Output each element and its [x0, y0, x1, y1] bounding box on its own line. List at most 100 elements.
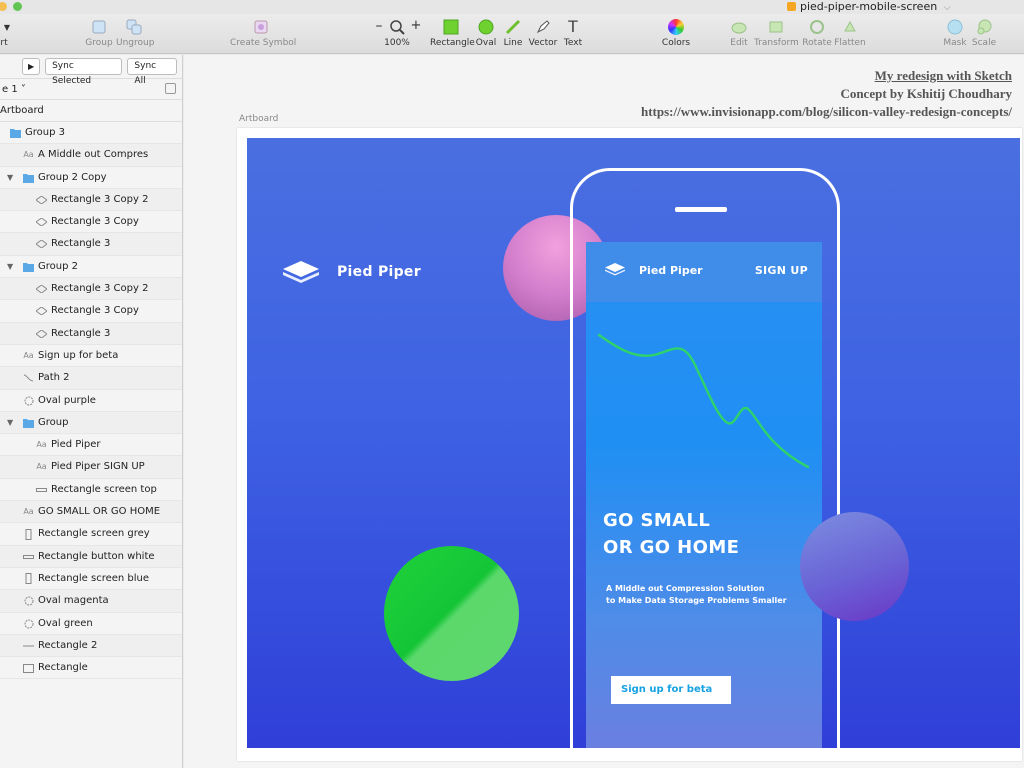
folder-icon	[10, 128, 21, 138]
credit-author: Concept by Kshitij Choudhary	[840, 86, 1012, 101]
layer-name: Rectangle screen grey	[38, 528, 150, 540]
layer-row[interactable]: ▼ Group 3	[0, 122, 182, 145]
mask-button[interactable]: Mask	[942, 16, 968, 52]
phone-screen[interactable]: Pied Piper SIGN UP GO SMALL OR GO HOME A…	[586, 242, 822, 748]
disclosure-triangle-icon[interactable]: ▼	[0, 122, 4, 143]
layer-row[interactable]: Rectangle 3 Copy 2	[0, 188, 182, 212]
layer-row[interactable]: Aa GO SMALL OR GO HOME	[0, 501, 182, 524]
group-button[interactable]: Group	[84, 16, 114, 52]
create-symbol-button[interactable]: Create Symbol	[230, 16, 296, 52]
layer-row[interactable]: Path 2	[0, 367, 182, 390]
library-link-partial[interactable]: ​	[0, 63, 12, 71]
sync-all-button[interactable]: Sync All	[127, 58, 177, 86]
shape-layer-icon	[36, 217, 47, 227]
ungroup-icon	[125, 18, 143, 36]
document-title[interactable]: pied-piper-mobile-screen ⌵	[787, 0, 951, 14]
oval-tool[interactable]: Oval	[474, 16, 498, 52]
disclosure-triangle-icon[interactable]: ▼	[7, 256, 17, 277]
layer-row[interactable]: Rectangle 3 Copy 2	[0, 278, 182, 301]
scale-button[interactable]: Scale	[970, 16, 998, 52]
layer-name: Rectangle screen top	[51, 483, 157, 495]
mask-icon	[946, 18, 964, 36]
zoom-window-button[interactable]	[13, 2, 22, 11]
shape-layer-icon	[36, 329, 47, 339]
sync-selected-button[interactable]: Sync Selected	[45, 58, 123, 86]
design-canvas[interactable]: My redesign with Sketch Concept by Kshit…	[184, 55, 1024, 768]
layer-row[interactable]: Rectangle screen grey	[0, 523, 182, 546]
screen-top-bar[interactable]: Pied Piper SIGN UP	[586, 242, 822, 302]
layer-row[interactable]: Rectangle	[0, 657, 182, 680]
layer-row[interactable]: Aa Pied Piper	[0, 434, 182, 457]
vector-tool[interactable]: Vector	[528, 16, 558, 52]
play-button[interactable]: ▶	[21, 58, 41, 75]
layer-row[interactable]: Rectangle 3	[0, 322, 182, 345]
ungroup-button[interactable]: Ungroup	[116, 16, 154, 52]
sketch-document-icon	[787, 2, 796, 11]
layer-row[interactable]: Rectangle screen blue	[0, 568, 182, 591]
transform-button[interactable]: Transform	[754, 16, 799, 52]
layer-row[interactable]: Oval green	[0, 613, 182, 635]
layer-row[interactable]: Oval purple	[0, 390, 182, 412]
layer-name: Rectangle 3 Copy	[51, 216, 139, 228]
layer-list: ▼ Group 3 Aa A Middle out Compres ▼ Group 2 C…	[0, 122, 182, 680]
headline: GO SMALL OR GO HOME	[603, 510, 740, 558]
layer-row[interactable]: Rectangle 3 Copy	[0, 211, 182, 234]
layer-row[interactable]: ▼ Group 2	[0, 256, 182, 279]
layer-row[interactable]: Rectangle screen top	[0, 479, 182, 502]
line-tool[interactable]: Line	[502, 16, 524, 52]
edit-icon	[730, 18, 748, 36]
oval-layer-icon	[23, 596, 34, 606]
screen-signup-link[interactable]: SIGN UP	[755, 264, 808, 277]
magnifier-icon	[388, 18, 406, 36]
subheadline: A Middle out Compression Solution to Mak…	[606, 584, 787, 605]
layer-row[interactable]: ▼ Group 2 Copy	[0, 167, 182, 189]
shape-layer-icon	[36, 284, 47, 294]
artboard-layer[interactable]: Artboard	[0, 100, 182, 122]
brand-lockup[interactable]: Pied Piper	[281, 259, 421, 285]
layer-name: Oval magenta	[38, 595, 109, 607]
credits-note: My redesign with Sketch Concept by Kshit…	[641, 67, 1012, 121]
flatten-button[interactable]: Flatten	[834, 16, 866, 52]
text-layer-icon: Aa	[23, 150, 34, 160]
credit-url: https://www.invisionapp.com/blog/silicon…	[640, 104, 1012, 119]
artboard-frame: Pied Piper Pied Piper SIGN UP GO SMALL O…	[237, 128, 1022, 761]
rotate-button[interactable]: Rotate	[802, 16, 832, 52]
layer-row[interactable]: Aa Pied Piper SIGN UP	[0, 456, 182, 479]
artboard[interactable]: Pied Piper Pied Piper SIGN UP GO SMALL O…	[247, 138, 1020, 748]
artboard-label[interactable]: Artboard	[239, 114, 278, 124]
edit-button[interactable]: Edit	[728, 16, 750, 52]
page-selector[interactable]: e 1 ˅	[0, 79, 182, 100]
layer-name: Group 2 Copy	[38, 171, 107, 183]
add-page-icon[interactable]	[165, 83, 176, 94]
rectangle-icon	[442, 18, 460, 36]
layer-row[interactable]: ▼ Group	[0, 411, 182, 435]
phone-speaker	[675, 207, 727, 212]
rectangle-tool[interactable]: Rectangle	[430, 16, 475, 52]
layer-name: Rectangle	[38, 662, 88, 674]
zoom-control[interactable]: 100%	[384, 16, 410, 52]
sign-up-beta-button[interactable]: Sign up for beta	[611, 676, 731, 704]
layer-row[interactable]: Rectangle 3 Copy	[0, 300, 182, 323]
zoom-in-button[interactable]: +	[410, 18, 422, 54]
text-tool[interactable]: T Text	[562, 16, 584, 52]
disclosure-triangle-icon[interactable]: ▼	[7, 412, 17, 433]
layer-name: Oval purple	[38, 394, 96, 406]
wave-path[interactable]	[596, 327, 816, 487]
layer-row[interactable]: Aa Sign up for beta	[0, 345, 182, 368]
layer-name: Group	[38, 416, 69, 428]
colors-button[interactable]: Colors	[660, 16, 692, 52]
layer-row[interactable]: Oval magenta	[0, 590, 182, 613]
minimize-window-button[interactable]	[0, 2, 7, 11]
folder-icon	[23, 173, 34, 183]
layer-row[interactable]: Rectangle button white	[0, 545, 182, 568]
oval-green[interactable]	[384, 546, 519, 681]
layer-row[interactable]: Rectangle 2	[0, 634, 182, 658]
library-sync-bar: ​ ▶ Sync Selected Sync All	[0, 55, 182, 86]
toolbar: ▼ rt Group Ungroup Create Symbol – 100% …	[0, 14, 1024, 54]
flatten-icon	[841, 18, 859, 36]
layer-row[interactable]: Aa A Middle out Compres	[0, 144, 182, 167]
disclosure-triangle-icon[interactable]: ▼	[7, 167, 17, 188]
insert-tool-partial[interactable]: ▼ rt	[0, 16, 10, 52]
layer-row[interactable]: Rectangle 3	[0, 233, 182, 256]
oval-purple[interactable]	[800, 512, 909, 621]
